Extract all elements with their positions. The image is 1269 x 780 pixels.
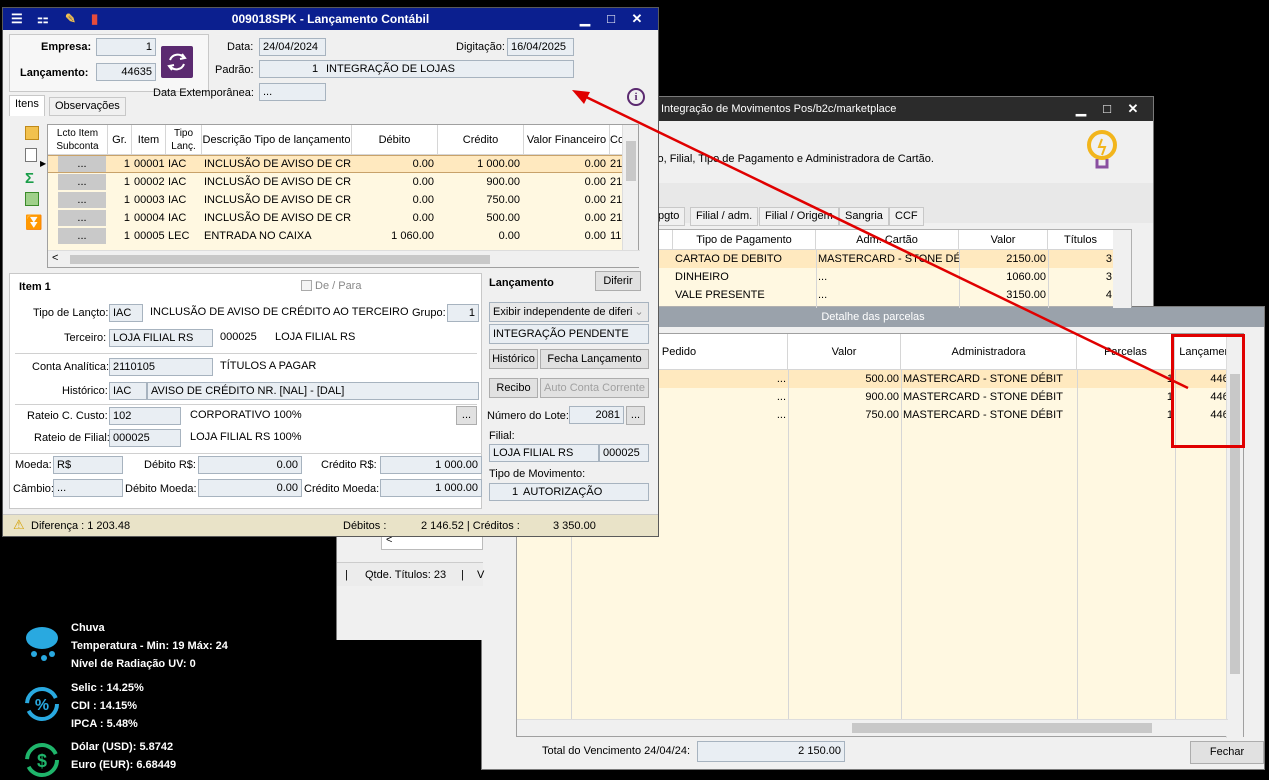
euro-rate: Euro (EUR): 6.68449 <box>71 759 177 771</box>
selic-rate: Selic : 14.25% <box>71 682 144 694</box>
rain-cloud-icon <box>24 624 62 664</box>
ipca-rate: IPCA : 5.48% <box>71 718 138 730</box>
currency-cycle-icon: $ <box>22 740 62 780</box>
weather-uv: Nível de Radiação UV: 0 <box>71 658 196 670</box>
weather-temperature: Temperatura - Min: 19 Máx: 24 <box>71 640 228 652</box>
percent-cycle-icon: % <box>22 684 62 724</box>
cdi-rate: CDI : 14.15% <box>71 700 138 712</box>
dolar-rate: Dólar (USD): 5.8742 <box>71 741 174 753</box>
svg-text:$: $ <box>37 751 47 771</box>
svg-text:%: % <box>35 697 49 714</box>
weather-condition: Chuva <box>71 622 105 634</box>
desktop-widget: Chuva Temperatura - Min: 19 Máx: 24 Níve… <box>16 616 266 777</box>
